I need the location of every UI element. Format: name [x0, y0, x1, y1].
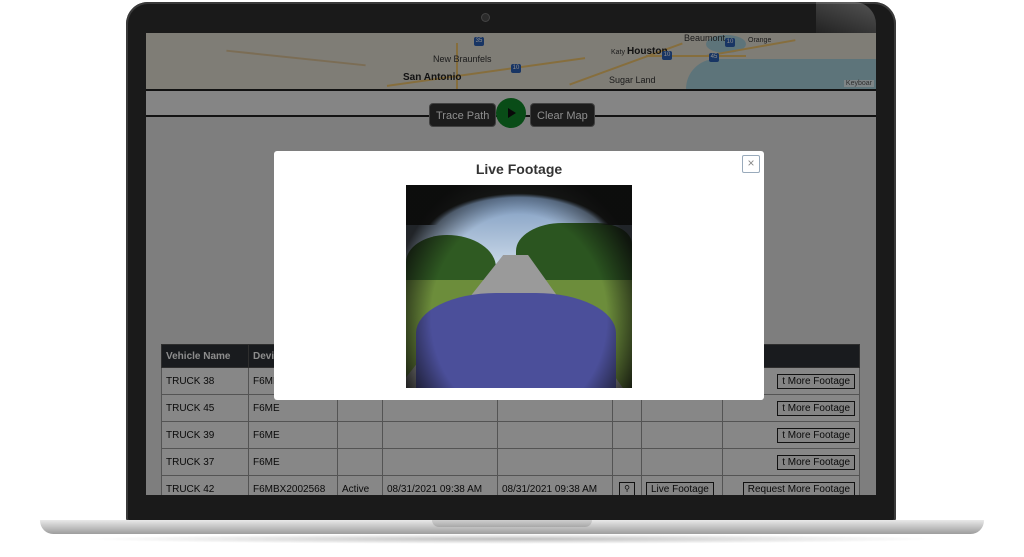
- close-icon[interactable]: ×: [742, 155, 760, 173]
- screen: New Braunfels San Antonio Houston Katy S…: [146, 33, 876, 495]
- laptop-base-notch: [432, 520, 592, 527]
- live-footage-modal: Live Footage ×: [274, 151, 764, 400]
- live-footage-video[interactable]: [406, 185, 632, 388]
- webcam: [482, 14, 489, 21]
- modal-title: Live Footage: [475, 161, 563, 177]
- laptop-shadow: [80, 534, 944, 544]
- footage-vignette: [406, 185, 632, 388]
